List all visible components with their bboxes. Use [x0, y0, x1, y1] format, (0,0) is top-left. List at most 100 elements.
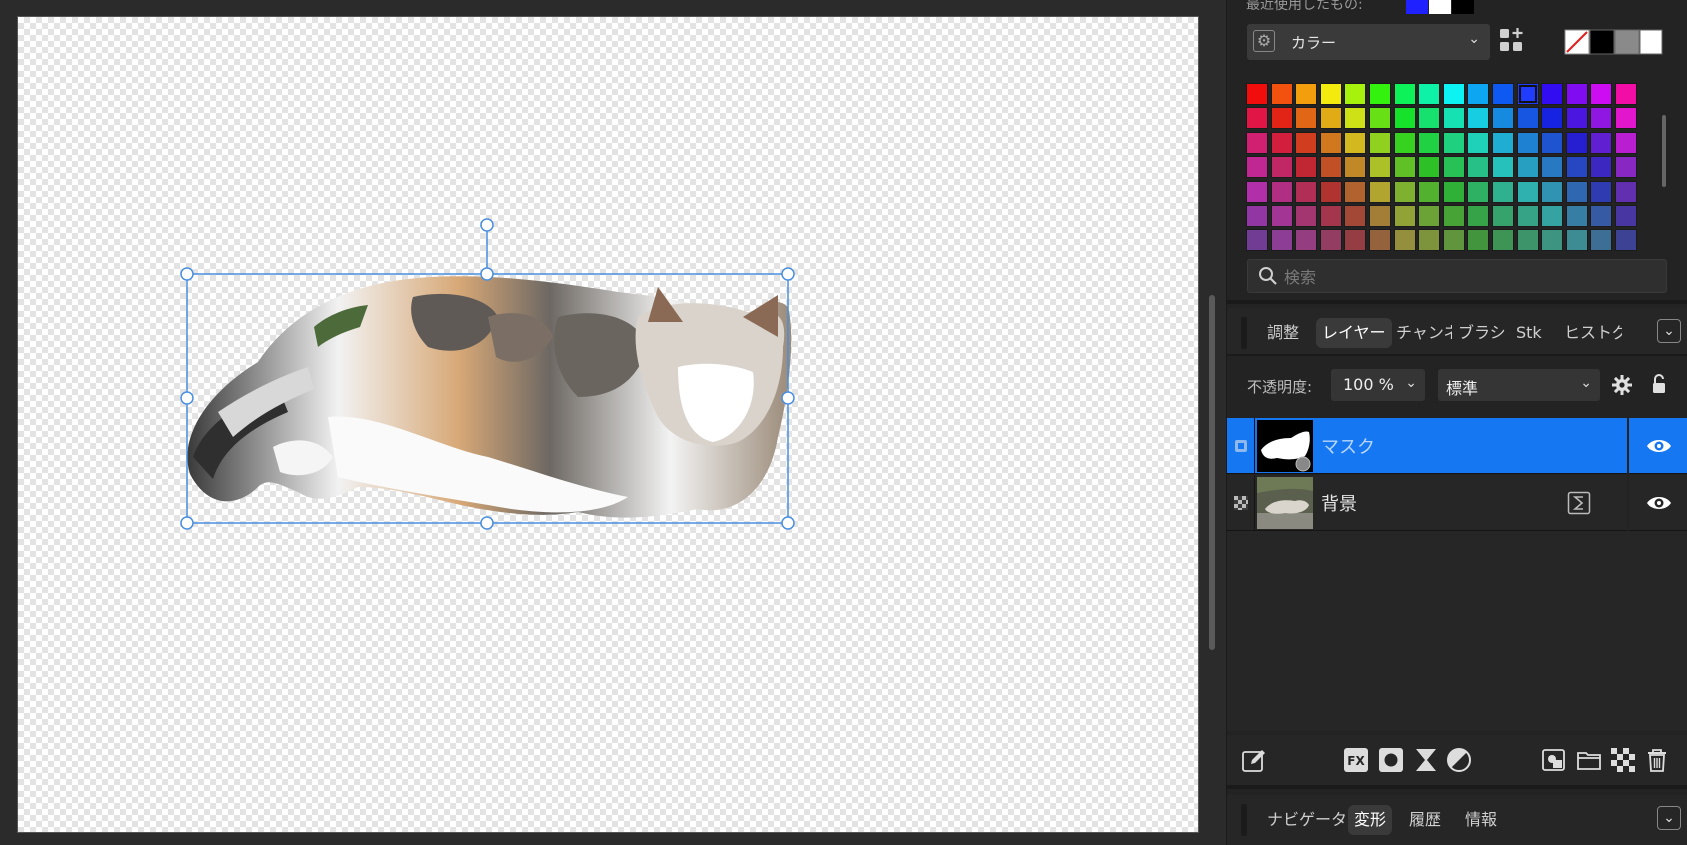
palette-swatch[interactable]	[1615, 132, 1637, 154]
palette-swatch[interactable]	[1590, 83, 1612, 105]
palette-swatch[interactable]	[1344, 132, 1366, 154]
collapse-panel-button[interactable]: ⌄	[1657, 319, 1681, 343]
layer-visibility-toggle[interactable]	[1629, 418, 1687, 474]
palette-swatch[interactable]	[1418, 132, 1440, 154]
palette-swatch[interactable]	[1566, 229, 1588, 251]
palette-swatch[interactable]	[1246, 83, 1268, 105]
palette-select[interactable]: ⚙ カラー ⌄	[1247, 24, 1490, 60]
palette-swatch[interactable]	[1369, 107, 1391, 129]
palette-swatch[interactable]	[1517, 107, 1539, 129]
palette-swatch[interactable]	[1295, 107, 1317, 129]
palette-swatch[interactable]	[1418, 83, 1440, 105]
palette-swatch[interactable]	[1344, 181, 1366, 203]
recent-color-swatch[interactable]	[1429, 0, 1451, 14]
palette-swatch[interactable]	[1418, 205, 1440, 227]
palette-swatch[interactable]	[1541, 107, 1563, 129]
palette-swatch[interactable]	[1246, 229, 1268, 251]
palette-swatch[interactable]	[1271, 181, 1293, 203]
palette-swatch[interactable]	[1295, 229, 1317, 251]
fill-adjustment-icon[interactable]	[1446, 747, 1472, 773]
palette-swatch[interactable]	[1394, 229, 1416, 251]
drag-handle[interactable]	[1241, 317, 1247, 349]
palette-swatch[interactable]	[1394, 181, 1416, 203]
tab-layers[interactable]: レイヤー	[1316, 318, 1392, 348]
transform-handles[interactable]	[18, 17, 1198, 832]
recent-color-swatch[interactable]	[1406, 0, 1428, 14]
folder-icon[interactable]	[1576, 747, 1602, 773]
palette-swatch[interactable]	[1320, 107, 1342, 129]
tab-info[interactable]: 情報	[1459, 805, 1503, 835]
palette-swatch[interactable]	[1418, 181, 1440, 203]
palette-swatch[interactable]	[1369, 205, 1391, 227]
palette-swatch[interactable]	[1590, 132, 1612, 154]
palette-swatch[interactable]	[1394, 156, 1416, 178]
palette-swatch[interactable]	[1295, 181, 1317, 203]
palette-swatch[interactable]	[1246, 181, 1268, 203]
palette-swatch[interactable]	[1492, 156, 1514, 178]
mask-icon[interactable]	[1378, 747, 1404, 773]
palette-swatch[interactable]	[1541, 229, 1563, 251]
palette-swatch[interactable]	[1320, 156, 1342, 178]
palette-swatch[interactable]	[1295, 156, 1317, 178]
palette-swatch[interactable]	[1467, 107, 1489, 129]
palette-swatch[interactable]	[1615, 156, 1637, 178]
palette-swatch[interactable]	[1418, 156, 1440, 178]
trash-icon[interactable]	[1644, 747, 1670, 773]
palette-swatch[interactable]	[1590, 107, 1612, 129]
document-canvas[interactable]	[17, 16, 1199, 833]
palette-swatch[interactable]	[1369, 83, 1391, 105]
smart-object-icon[interactable]	[1567, 491, 1591, 515]
palette-swatch[interactable]	[1615, 107, 1637, 129]
layer-name[interactable]: 背景	[1321, 490, 1357, 516]
palette-swatch[interactable]	[1394, 107, 1416, 129]
palette-swatch[interactable]	[1246, 107, 1268, 129]
tab-navigator[interactable]: ナビゲータ	[1261, 805, 1353, 835]
palette-swatch[interactable]	[1615, 229, 1637, 251]
palette-swatch[interactable]	[1418, 229, 1440, 251]
new-layer-icon[interactable]	[1610, 747, 1636, 773]
palette-swatch[interactable]	[1517, 229, 1539, 251]
palette-swatch[interactable]	[1590, 229, 1612, 251]
palette-swatch[interactable]	[1344, 229, 1366, 251]
palette-swatch[interactable]	[1394, 205, 1416, 227]
palette-swatch[interactable]	[1492, 107, 1514, 129]
palette-swatch[interactable]	[1271, 107, 1293, 129]
palette-swatch[interactable]	[1590, 156, 1612, 178]
palette-swatch[interactable]	[1566, 83, 1588, 105]
palette-swatch[interactable]	[1467, 205, 1489, 227]
drag-handle[interactable]	[1241, 804, 1247, 836]
palette-swatch[interactable]	[1566, 156, 1588, 178]
palette-swatch[interactable]	[1344, 205, 1366, 227]
palette-swatch[interactable]	[1590, 181, 1612, 203]
lock-icon[interactable]	[1651, 373, 1667, 395]
palette-swatch[interactable]	[1492, 83, 1514, 105]
palette-swatch[interactable]	[1443, 156, 1465, 178]
palette-swatch[interactable]	[1246, 205, 1268, 227]
palette-swatch[interactable]	[1517, 83, 1539, 105]
palette-swatch[interactable]	[1467, 156, 1489, 178]
palette-swatch[interactable]	[1541, 205, 1563, 227]
palette-swatch[interactable]	[1590, 205, 1612, 227]
palette-swatch[interactable]	[1443, 107, 1465, 129]
layer-main[interactable]: 背景	[1227, 475, 1627, 531]
palette-swatch[interactable]	[1344, 156, 1366, 178]
palette-swatch[interactable]	[1615, 181, 1637, 203]
search-input[interactable]	[1282, 264, 1656, 290]
palette-swatch[interactable]	[1467, 229, 1489, 251]
add-palette-icon[interactable]	[1498, 27, 1526, 55]
palette-swatch[interactable]	[1369, 181, 1391, 203]
palette-swatch[interactable]	[1566, 181, 1588, 203]
palette-swatch[interactable]	[1295, 132, 1317, 154]
edit-icon[interactable]	[1241, 747, 1267, 773]
canvas-scrollbar[interactable]	[1209, 295, 1215, 650]
opacity-select[interactable]: 100 % ⌄	[1331, 369, 1425, 401]
palette-swatch[interactable]	[1467, 83, 1489, 105]
palette-swatch[interactable]	[1517, 181, 1539, 203]
palette-swatch[interactable]	[1369, 132, 1391, 154]
palette-swatch[interactable]	[1443, 132, 1465, 154]
palette-swatch[interactable]	[1320, 205, 1342, 227]
palette-swatch[interactable]	[1492, 205, 1514, 227]
palette-swatch[interactable]	[1566, 205, 1588, 227]
tab-adjustments[interactable]: 調整	[1261, 318, 1305, 348]
palette-swatch[interactable]	[1443, 205, 1465, 227]
